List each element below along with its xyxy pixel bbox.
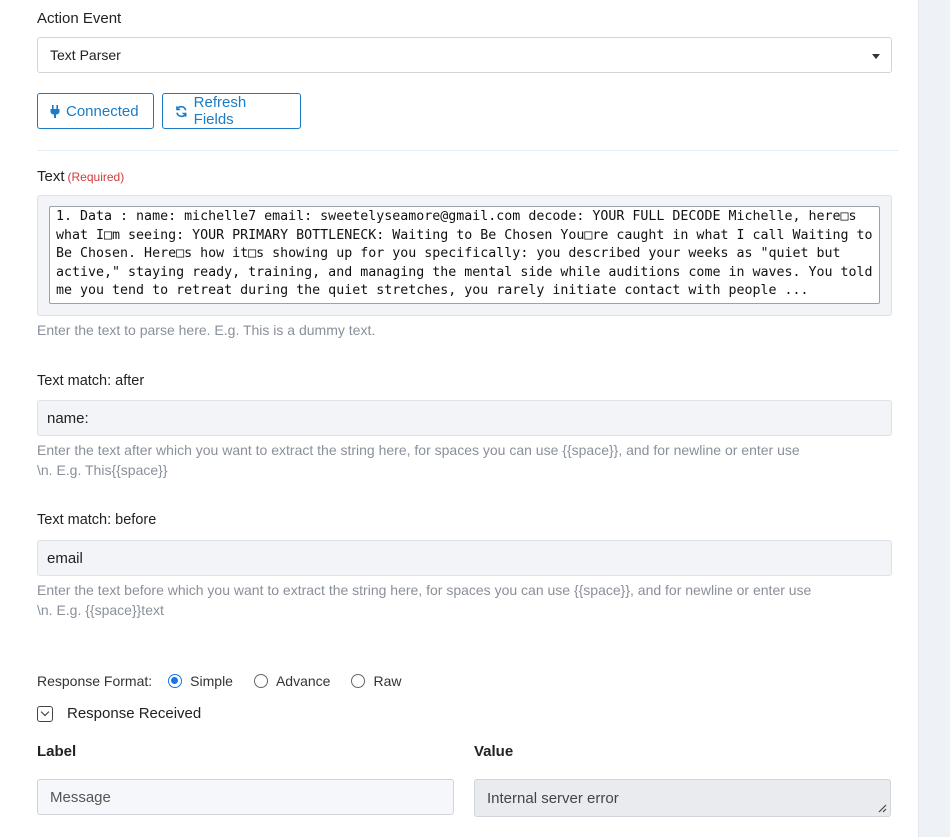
text-field-label: Text xyxy=(37,168,65,185)
response-format-row: Response Format: Simple Advance Raw xyxy=(37,671,401,691)
match-before-help: Enter the text before which you want to … xyxy=(37,580,899,620)
response-received-label: Response Received xyxy=(67,705,202,722)
connected-button[interactable]: Connected xyxy=(37,93,154,129)
action-config-panel: Action Event Text Parser Connected Refre… xyxy=(0,0,919,837)
response-format-label: Response Format: xyxy=(37,673,153,689)
action-event-select[interactable]: Text Parser xyxy=(37,37,892,73)
refresh-fields-button-label: Refresh Fields xyxy=(193,94,247,128)
match-after-label: Text match: after xyxy=(37,373,145,389)
response-value-textarea[interactable]: Internal server error xyxy=(474,779,891,817)
caret-down-icon xyxy=(872,54,880,59)
radio-simple-label: Simple xyxy=(190,673,233,689)
match-after-input[interactable]: name: xyxy=(37,400,892,436)
radio-raw-indicator xyxy=(351,674,366,688)
response-label-input[interactable]: Message xyxy=(37,779,454,815)
match-before-help-line2: \n. E.g. {{space}}text xyxy=(37,602,164,618)
radio-simple[interactable]: Simple xyxy=(168,673,233,689)
response-label-value: Message xyxy=(50,788,111,806)
radio-advance[interactable]: Advance xyxy=(253,673,331,689)
label-column-header: Label xyxy=(37,743,77,760)
match-after-help-line1: Enter the text after which you want to e… xyxy=(37,442,800,458)
radio-advance-indicator xyxy=(253,674,268,688)
radio-simple-indicator xyxy=(168,674,183,688)
text-field-label-row: Text (Required) xyxy=(37,168,124,185)
plug-icon xyxy=(50,104,60,118)
response-value-text: Internal server error xyxy=(487,789,619,807)
required-badge: (Required) xyxy=(67,170,125,184)
match-before-value: email xyxy=(47,549,83,567)
radio-raw-label: Raw xyxy=(373,673,402,689)
resize-handle-icon[interactable] xyxy=(877,803,887,813)
response-received-toggle[interactable] xyxy=(37,706,53,722)
refresh-fields-button[interactable]: Refresh Fields xyxy=(162,93,301,129)
match-before-help-line1: Enter the text before which you want to … xyxy=(37,582,812,598)
match-after-value: name: xyxy=(47,409,89,427)
section-divider xyxy=(37,150,899,151)
text-field-container: 1. Data : name: michelle7 email: sweetel… xyxy=(37,195,892,316)
refresh-icon xyxy=(176,105,187,117)
match-after-help: Enter the text after which you want to e… xyxy=(37,440,899,480)
match-after-help-line2: \n. E.g. This{{space}} xyxy=(37,462,168,478)
radio-raw[interactable]: Raw xyxy=(351,673,401,689)
action-event-selected: Text Parser xyxy=(50,47,121,63)
text-input[interactable]: 1. Data : name: michelle7 email: sweetel… xyxy=(49,206,880,304)
match-before-input[interactable]: email xyxy=(37,540,892,576)
match-before-label: Text match: before xyxy=(37,512,157,528)
connected-button-label: Connected xyxy=(66,102,139,120)
value-column-header: Value xyxy=(474,743,514,760)
text-field-help: Enter the text to parse here. E.g. This … xyxy=(37,322,376,338)
action-event-label: Action Event xyxy=(37,10,122,27)
radio-advance-label: Advance xyxy=(275,673,331,689)
